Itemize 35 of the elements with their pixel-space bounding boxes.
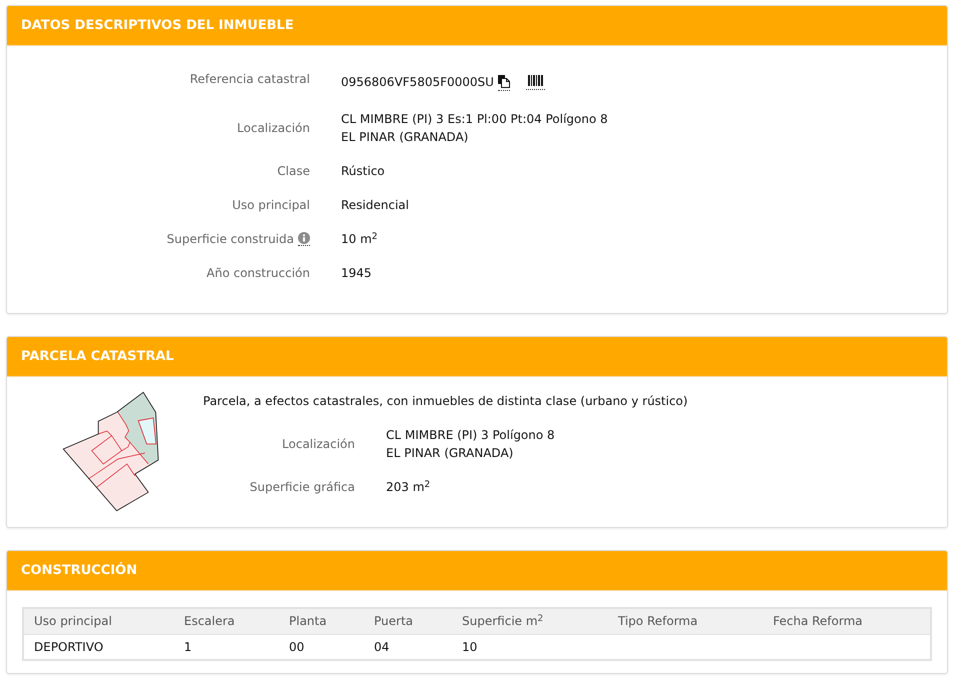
table-cell: 10 [452,634,608,660]
field-label: Referencia catastral [190,71,310,88]
field-value: 10 m$^{2}$ [341,230,379,248]
section-title: CONSTRUCCIÓN [21,562,138,580]
section-title: DATOS DESCRIPTIVOS DEL INMUEBLE [21,16,294,34]
field-label: Localización [237,120,310,137]
table-cell: 1 [174,634,279,660]
field-value: Residencial [341,197,410,214]
address-text: CL MIMBRE (PI) 3 Polígono 8 EL PINAR (GRANADA) [386,427,556,462]
field-label: Superficie gráfica [250,479,355,496]
info-icon[interactable] [298,232,310,246]
section-title: PARCELA CATASTRAL [21,348,174,366]
table-cell: DEPORTIVO [23,634,174,660]
field-label: Clase [277,163,310,180]
field-value: Rústico [341,163,386,180]
column-header: Planta [279,608,364,634]
table-cell: 04 [364,634,452,660]
field-label: Localización [282,436,355,453]
field-label: Año construcción [206,265,310,282]
parcel-note: Parcela, a efectos catastrales, con inmuebles de distinta clase (urbano y rústico) [203,393,688,410]
field-value: 1945 [341,265,373,282]
address-text: CL MIMBRE (PI) 3 Es:1 Pl:00 Pt:04 Polígono 8 EL PINAR (GRANADA) [341,111,609,146]
table-cell: 00 [279,634,364,660]
copy-icon[interactable] [498,75,510,91]
column-header: Fecha Reforma [763,608,931,634]
column-header: Puerta [364,608,452,634]
column-header: Tipo Reforma [608,608,763,634]
field-value: 203 m$^{2}$ [386,478,432,496]
column-header: Superficie m$^{2}$ [452,608,608,634]
column-header: Escalera [174,608,279,634]
column-header: Uso principal [23,608,174,634]
field-label: Uso principal [232,197,310,214]
reference-number: 0956806VF5805F0000SU [341,74,494,91]
barcode-icon[interactable] [526,75,545,90]
field-label: Superficie construida [166,231,294,248]
